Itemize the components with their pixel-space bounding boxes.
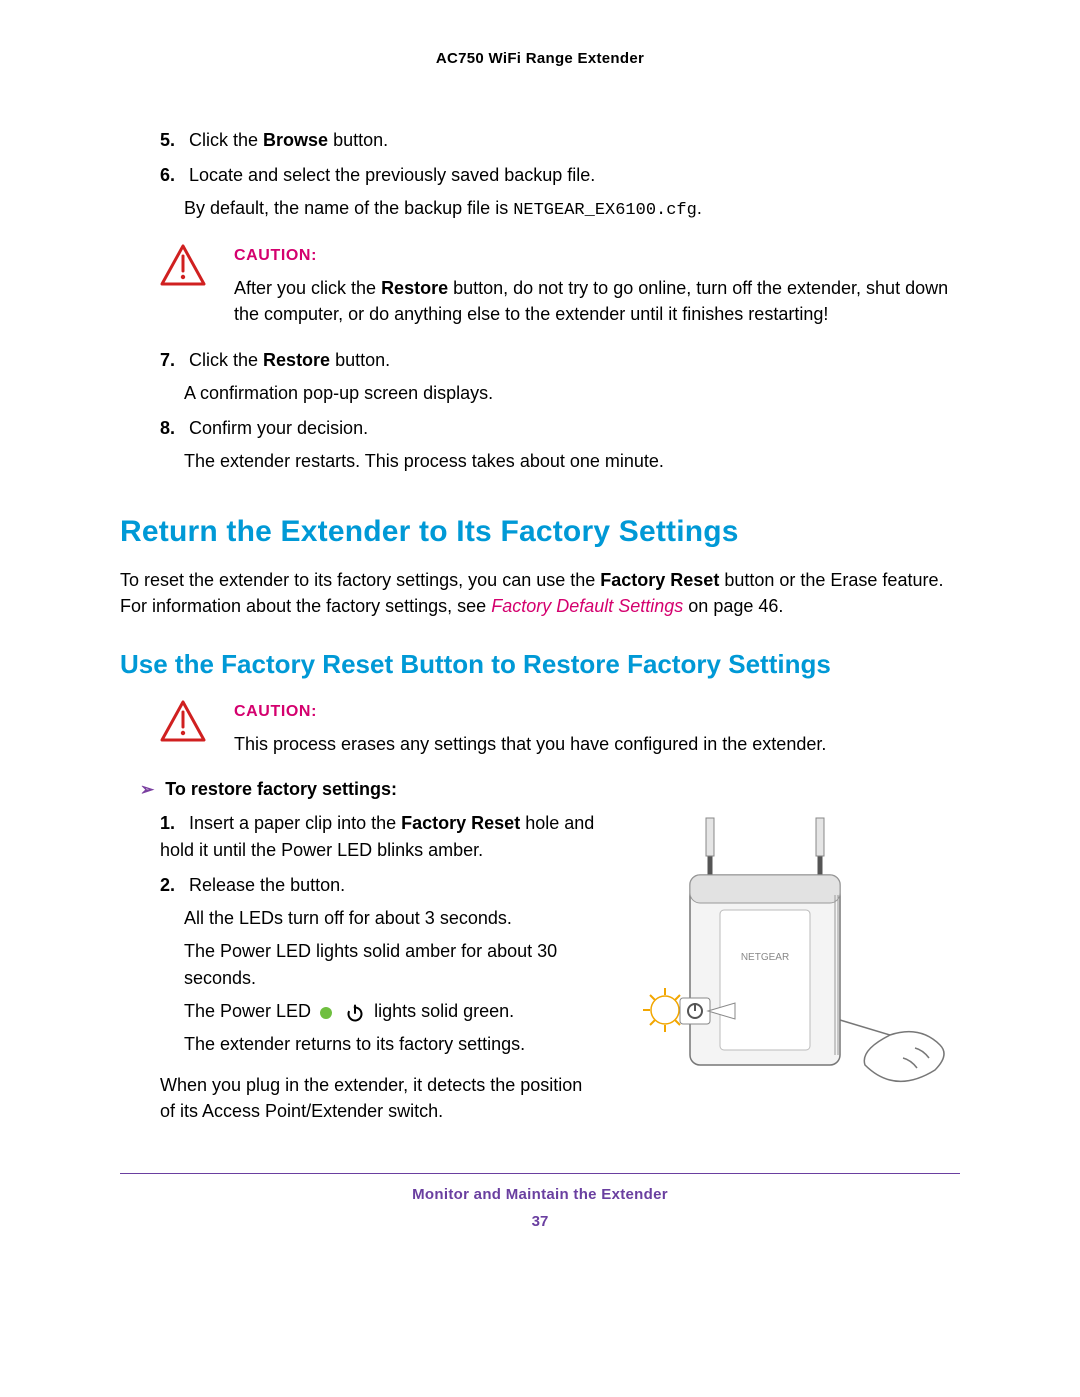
subsection-heading: Use the Factory Reset Button to Restore … — [120, 649, 960, 680]
step-6: 6. Locate and select the previously save… — [160, 162, 960, 224]
step-list-a: 5. Click the Browse button. 6. Locate an… — [160, 127, 960, 224]
svg-text:NETGEAR: NETGEAR — [741, 952, 789, 963]
step-8: 8. Confirm your decision. The extender r… — [160, 415, 960, 475]
header-title: AC750 WiFi Range Extender — [120, 50, 960, 67]
step-7: 7. Click the Restore button. A confirmat… — [160, 347, 960, 407]
warning-triangle-icon — [160, 244, 206, 286]
procedure-arrow-icon: ➢ — [140, 780, 154, 799]
warning-triangle-icon — [160, 700, 206, 742]
procedure-body: 1. Insert a paper clip into the Factory … — [120, 810, 960, 1132]
footer-divider — [120, 1173, 960, 1174]
caution-label: CAUTION: — [234, 700, 960, 723]
procedure-heading: ➢ To restore factory settings: — [140, 779, 960, 800]
step-number: 1. — [160, 810, 184, 837]
footer-page-number: 37 — [120, 1213, 960, 1230]
power-icon — [345, 1003, 365, 1023]
step-number: 7. — [160, 347, 184, 374]
section-heading: Return the Extender to Its Factory Setti… — [120, 515, 960, 549]
caution-block: CAUTION: This process erases any setting… — [160, 700, 960, 757]
step-number: 8. — [160, 415, 184, 442]
step-list-b: 7. Click the Restore button. A confirmat… — [160, 347, 960, 475]
code-filename: NETGEAR_EX6100.cfg — [513, 201, 697, 220]
footer-section-title: Monitor and Maintain the Extender — [120, 1186, 960, 1203]
caution-block: CAUTION: After you click the Restore but… — [160, 244, 960, 327]
cross-reference-link[interactable]: Factory Default Settings — [491, 596, 683, 616]
document-page: AC750 WiFi Range Extender 5. Click the B… — [0, 0, 1080, 1270]
step-number: 5. — [160, 127, 184, 154]
step-5: 5. Click the Browse button. — [160, 127, 960, 154]
step-number: 6. — [160, 162, 184, 189]
intro-paragraph: To reset the extender to its factory set… — [120, 567, 960, 619]
proc-step-1: 1. Insert a paper clip into the Factory … — [160, 810, 600, 864]
procedure-step-list: 1. Insert a paper clip into the Factory … — [160, 810, 600, 1058]
extender-device-illustration: NETGEAR — [620, 810, 960, 1110]
closing-paragraph: When you plug in the extender, it detect… — [160, 1072, 600, 1124]
caution-label: CAUTION: — [234, 244, 960, 267]
led-green-dot-icon — [320, 1007, 332, 1019]
caution-text: After you click the Restore button, do n… — [234, 275, 960, 327]
proc-step-2: 2. Release the button. All the LEDs turn… — [160, 872, 600, 1058]
step-number: 2. — [160, 872, 184, 899]
caution-text: This process erases any settings that yo… — [234, 731, 960, 757]
